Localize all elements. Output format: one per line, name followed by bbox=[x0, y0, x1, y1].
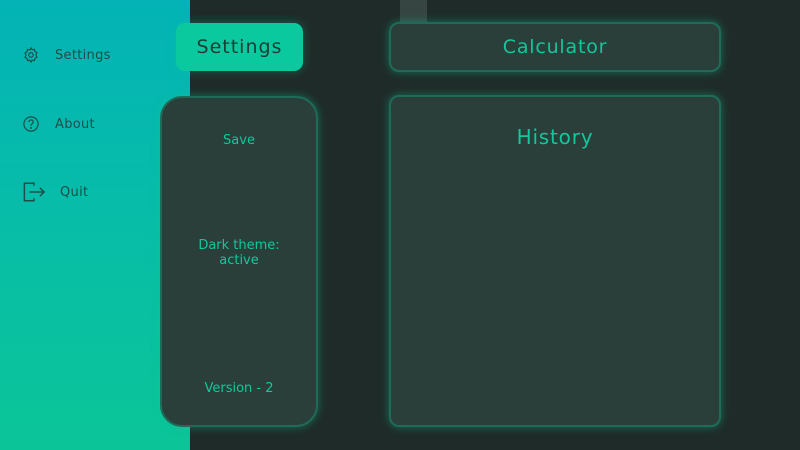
sidebar-item-quit[interactable]: Quit bbox=[22, 180, 88, 204]
version-label: Version - 2 bbox=[204, 381, 274, 396]
save-button[interactable]: Save bbox=[162, 133, 316, 148]
question-circle-icon bbox=[22, 115, 40, 133]
theme-status: Dark theme: active bbox=[162, 238, 316, 268]
sidebar-item-settings[interactable]: Settings bbox=[22, 43, 111, 67]
sidebar-item-label: Settings bbox=[55, 47, 111, 63]
theme-status-value: active bbox=[219, 253, 259, 268]
sidebar-item-about[interactable]: About bbox=[22, 112, 95, 136]
exit-icon bbox=[22, 181, 46, 203]
sidebar-item-label: About bbox=[55, 116, 95, 132]
sidebar-item-label: Quit bbox=[60, 184, 89, 200]
theme-status-label: Dark theme: bbox=[198, 238, 280, 253]
tab-calculator[interactable]: Calculator bbox=[389, 22, 721, 72]
tab-settings[interactable]: Settings bbox=[176, 23, 303, 71]
history-panel: History bbox=[389, 95, 721, 427]
history-title: History bbox=[516, 125, 594, 149]
gear-icon bbox=[22, 46, 40, 64]
settings-panel: Save Dark theme: active Version - 2 bbox=[160, 96, 318, 427]
